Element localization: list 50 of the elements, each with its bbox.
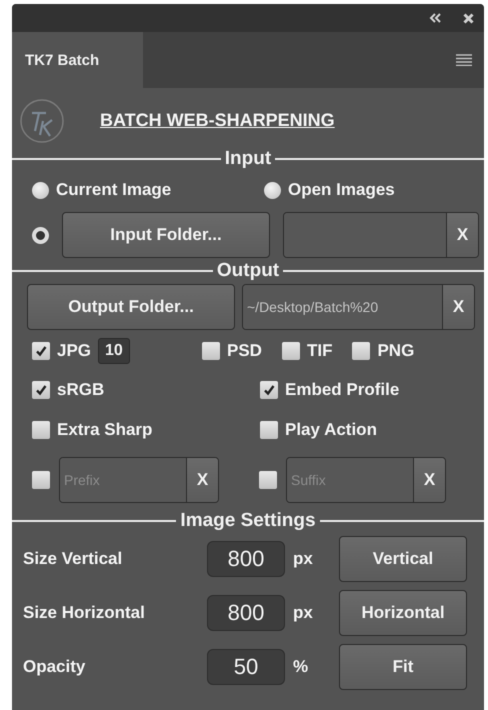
checkbox[interactable] — [282, 342, 300, 360]
checkbox[interactable] — [32, 342, 50, 360]
menu-icon[interactable] — [456, 54, 472, 66]
check-icon[interactable] — [35, 384, 47, 396]
section-title: Image Settings — [179, 510, 317, 532]
fit-button[interactable]: Vertical — [339, 536, 467, 582]
close-icon[interactable] — [463, 12, 474, 24]
checkbox-label: JPG — [57, 341, 92, 361]
checkbox[interactable] — [32, 381, 50, 399]
unit-label: px — [292, 549, 314, 569]
checkbox[interactable] — [32, 471, 50, 489]
radio-button[interactable] — [32, 182, 49, 198]
quality-field[interactable]: 10 — [98, 338, 130, 364]
fit-button[interactable]: Horizontal — [339, 590, 467, 636]
checkbox[interactable] — [260, 381, 278, 399]
checkbox-label: PNG — [377, 341, 414, 361]
section-title: Output — [216, 260, 280, 282]
radio-button[interactable] — [264, 182, 281, 198]
checkbox-label: Play Action — [285, 420, 377, 440]
logo-icon — [19, 98, 65, 144]
checkbox-label: Embed Profile — [285, 380, 400, 400]
checkbox-label: PSD — [227, 341, 262, 361]
check-icon[interactable] — [263, 384, 275, 396]
checkbox-label: Extra Sharp — [57, 420, 152, 440]
checkbox[interactable] — [259, 471, 277, 489]
setting-label: Size Horizontal — [23, 603, 146, 623]
number-field[interactable]: 800 — [207, 541, 285, 577]
input-folder-button[interactable]: Input Folder... — [62, 212, 270, 258]
panel-heading: BATCH WEB-SHARPENING — [100, 110, 335, 130]
number-field[interactable]: 800 — [207, 595, 285, 631]
checkbox[interactable] — [352, 342, 370, 360]
output-folder-button[interactable]: Output Folder... — [27, 284, 235, 330]
radio-label: Open Images — [288, 180, 395, 200]
number-field[interactable]: 50 — [207, 649, 285, 685]
panel-tab[interactable]: TK7 Batch — [12, 32, 143, 88]
fit-button[interactable]: Fit — [339, 644, 467, 690]
checkbox[interactable] — [260, 421, 278, 439]
unit-label: % — [292, 657, 310, 677]
checkbox-label: TIF — [306, 341, 332, 361]
radio-label: Current Image — [56, 180, 172, 200]
unit-label: px — [292, 603, 314, 623]
checkbox[interactable] — [202, 342, 220, 360]
setting-label: Opacity — [23, 657, 86, 677]
checkbox[interactable] — [32, 421, 50, 439]
setting-label: Size Vertical — [23, 549, 124, 569]
checkbox-label: sRGB — [57, 380, 104, 400]
radio-button[interactable] — [32, 226, 49, 244]
check-icon[interactable] — [35, 345, 47, 357]
section-title: Input — [224, 148, 272, 170]
collapse-icon[interactable] — [429, 13, 441, 23]
